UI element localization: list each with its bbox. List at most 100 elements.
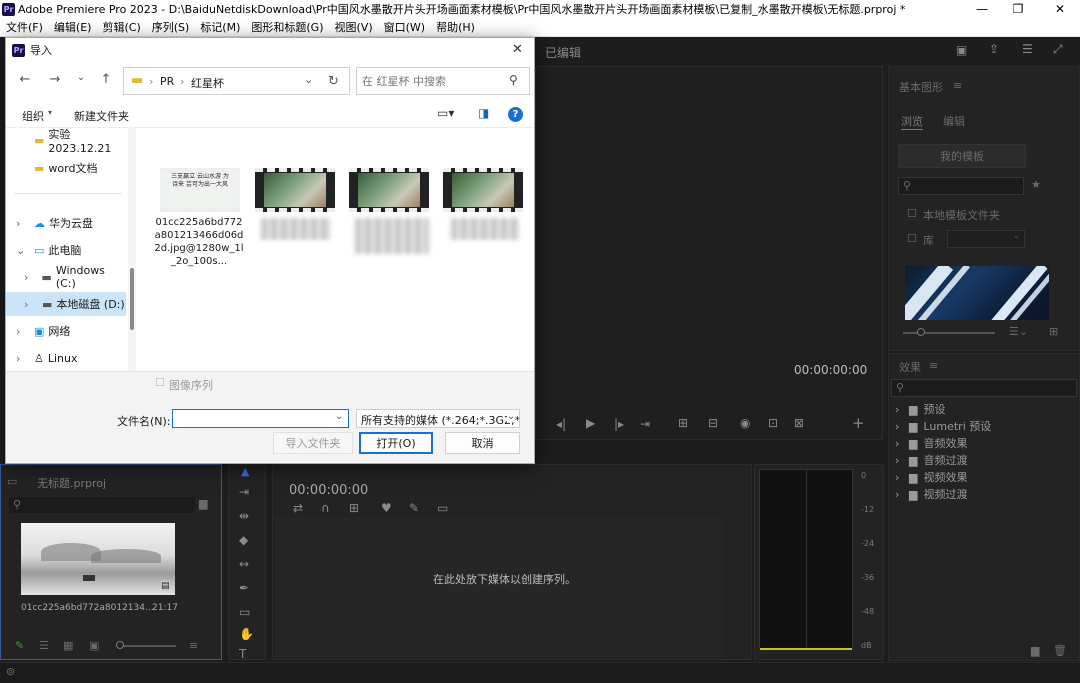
new-bin-icon[interactable]: ▆ xyxy=(1031,644,1039,657)
settings-wrench-icon[interactable]: ✎ xyxy=(409,501,419,515)
organize-menu[interactable]: 组织 xyxy=(22,108,44,124)
effects-item-audio-transitions[interactable]: › ▆ 音频过渡 xyxy=(891,452,1077,468)
menu-help[interactable]: 帮助(H) xyxy=(436,19,475,35)
thumbnail-size-slider[interactable] xyxy=(903,328,995,336)
tab-edit[interactable]: 编辑 xyxy=(943,113,965,129)
effects-item-video-transitions[interactable]: › ▆ 视频过渡 xyxy=(891,486,1077,502)
effects-item-audio-effects[interactable]: › ▆ 音频效果 xyxy=(891,435,1077,451)
settings-icon[interactable]: ☰ xyxy=(1022,42,1033,56)
tree-item-linux[interactable]: › ♙ Linux xyxy=(6,346,126,370)
import-folder-button[interactable]: 导入文件夹 xyxy=(273,432,353,454)
dialog-close-icon[interactable]: ✕ xyxy=(512,42,523,57)
file-item-jpg[interactable]: 三支羸立 云山水游 为诗来 芸可为出一大风 01cc225a6bd772a801… xyxy=(154,128,244,274)
filename-dropdown-chevron-icon[interactable]: ⌄ xyxy=(335,411,343,422)
add-marker-icon[interactable]: ♥ xyxy=(381,501,392,515)
menu-file[interactable]: 文件(F) xyxy=(6,19,43,35)
menu-sequence[interactable]: 序列(S) xyxy=(152,19,190,35)
menu-graphics[interactable]: 图形和标题(G) xyxy=(251,19,323,35)
list-view-icon[interactable]: ☰ xyxy=(39,639,49,652)
library-dropdown[interactable]: ⌄ xyxy=(947,230,1025,248)
delete-icon[interactable]: 🗑 xyxy=(1053,644,1067,657)
hand-icon[interactable]: ✋ xyxy=(239,627,254,641)
preview-pane-icon[interactable]: ◨ xyxy=(478,106,489,120)
list-view-icon[interactable]: ☰⌄ xyxy=(1009,325,1028,338)
tree-item-drive-d[interactable]: › ▬ 本地磁盘 (D:) xyxy=(6,292,126,316)
icon-view-icon[interactable]: ▦ xyxy=(63,639,73,652)
step-back-icon[interactable]: ◂| xyxy=(556,417,566,431)
razor-icon[interactable]: ◆ xyxy=(239,533,248,547)
close-window-button[interactable]: ✕ xyxy=(1042,0,1078,18)
effects-menu-icon[interactable]: ≡ xyxy=(929,359,938,372)
extract-icon[interactable]: ⊟ xyxy=(708,416,718,430)
captions-icon[interactable]: ▭ xyxy=(437,501,448,515)
tab-browse[interactable]: 浏览 xyxy=(901,113,923,130)
tree-item-word[interactable]: ▬ word文档 xyxy=(6,156,126,180)
tree-item-drive-c[interactable]: › ▬ Windows (C:) xyxy=(6,264,126,290)
new-layer-icon[interactable]: ⊞ xyxy=(1049,325,1058,338)
tree-item-this-pc[interactable]: ⌄ ▭ 此电脑 xyxy=(6,238,126,262)
nest-icon[interactable]: ⇄ xyxy=(293,501,303,515)
comparison-icon[interactable]: ⊡ xyxy=(768,416,778,430)
project-search-input[interactable]: ⚲ xyxy=(9,497,195,513)
effects-search-input[interactable]: ⚲ xyxy=(891,379,1077,397)
effects-item-video-effects[interactable]: › ▆ 视频效果 xyxy=(891,469,1077,485)
folder-search-input[interactable] xyxy=(362,73,502,89)
tree-item-huawei-cloud[interactable]: › ☁ 华为云盘 xyxy=(6,211,126,235)
menu-window[interactable]: 窗口(W) xyxy=(384,19,425,35)
menu-edit[interactable]: 编辑(E) xyxy=(54,19,92,35)
image-sequence-checkbox[interactable]: ☐ xyxy=(155,376,165,389)
pencil-icon[interactable]: ✎ xyxy=(15,639,24,652)
ripple-edit-icon[interactable]: ⇹ xyxy=(239,509,249,523)
freeform-view-icon[interactable]: ▣ xyxy=(89,639,99,652)
local-templates-checkbox[interactable]: ☐ xyxy=(907,207,917,220)
minimize-button[interactable]: — xyxy=(964,0,1000,18)
export-frame-icon[interactable]: ◉ xyxy=(740,416,750,430)
play-icon[interactable]: ▶ xyxy=(586,416,595,430)
recent-locations-chevron-icon[interactable]: ⌄ xyxy=(70,72,92,83)
menu-view[interactable]: 视图(V) xyxy=(335,19,373,35)
sort-icon[interactable]: ≡ xyxy=(189,639,198,652)
file-item-video[interactable] xyxy=(345,128,435,274)
favorite-star-icon[interactable]: ★ xyxy=(1031,178,1041,191)
workspace-icon[interactable]: ▣ xyxy=(956,43,967,57)
library-checkbox[interactable]: ☐ xyxy=(907,232,917,245)
rectangle-icon[interactable]: ▭ xyxy=(239,605,250,619)
address-bar[interactable]: ▬ › PR › 红星杯 ⌄ ↻ xyxy=(123,67,350,95)
clip-thumbnail[interactable]: ▤ xyxy=(21,523,175,595)
slip-icon[interactable]: ↔ xyxy=(239,557,249,571)
step-forward-icon[interactable]: |▸ xyxy=(614,417,624,431)
maximize-button[interactable]: ❐ xyxy=(1000,0,1036,18)
timeline-drop-area[interactable]: 在此处放下媒体以创建序列。 xyxy=(275,517,723,657)
tree-item-network[interactable]: › ▣ 网络 xyxy=(6,319,126,343)
snap-icon[interactable]: ∩ xyxy=(321,501,330,515)
back-arrow-icon[interactable]: ← xyxy=(14,72,36,87)
selection-tool-icon[interactable]: ▲ xyxy=(241,465,249,478)
template-search-input[interactable]: ⚲ xyxy=(898,177,1024,195)
breadcrumb-current[interactable]: 红星杯 xyxy=(191,75,224,91)
linked-selection-icon[interactable]: ⊞ xyxy=(349,501,359,515)
effects-item-lumetri[interactable]: › ▆ Lumetri 预设 xyxy=(891,418,1077,434)
tree-item-experiment[interactable]: ▬ 实验2023.12.21 xyxy=(6,128,126,155)
menu-clip[interactable]: 剪辑(C) xyxy=(102,19,140,35)
pen-icon[interactable]: ✒ xyxy=(239,581,249,595)
effects-item-presets[interactable]: › ▆ 预设 xyxy=(891,401,1077,417)
vr-icon[interactable]: ⊠ xyxy=(794,416,804,430)
menu-markers[interactable]: 标记(M) xyxy=(200,19,240,35)
share-icon[interactable]: ⇪ xyxy=(989,42,999,56)
lift-icon[interactable]: ⊞ xyxy=(678,416,688,430)
refresh-icon[interactable]: ↻ xyxy=(328,74,339,89)
search-box[interactable]: ⚲ xyxy=(356,67,530,95)
track-select-icon[interactable]: ⇥ xyxy=(239,485,249,499)
new-folder-button[interactable]: 新建文件夹 xyxy=(74,108,129,124)
file-type-select[interactable]: 所有支持的媒体 (*.264;*.3G2;*. ⌄ xyxy=(356,409,520,428)
panel-menu-icon[interactable]: ≡ xyxy=(953,79,962,92)
up-arrow-icon[interactable]: ↑ xyxy=(95,72,117,87)
filename-field[interactable]: ⌄ xyxy=(172,409,349,428)
template-thumbnail[interactable] xyxy=(905,266,1049,320)
help-icon[interactable]: ? xyxy=(508,107,523,122)
address-dropdown-chevron-icon[interactable]: ⌄ xyxy=(304,73,313,86)
cancel-button[interactable]: 取消 xyxy=(445,432,520,454)
forward-arrow-icon[interactable]: → xyxy=(44,72,66,87)
navigation-scrollbar[interactable] xyxy=(128,128,136,371)
zoom-slider[interactable] xyxy=(116,641,176,649)
